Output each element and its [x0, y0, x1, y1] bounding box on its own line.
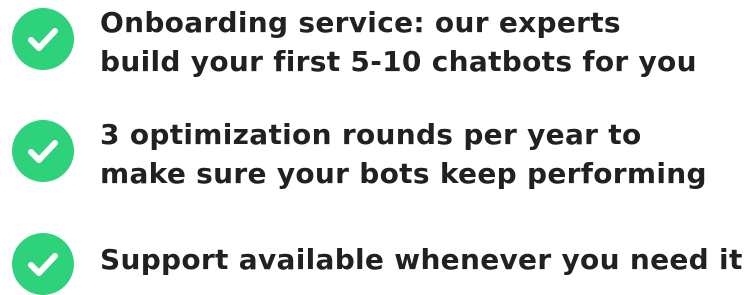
feature-line: build your first 5-10 chatbots for you — [100, 45, 697, 78]
feature-text: Onboarding service: our experts build yo… — [100, 3, 697, 81]
feature-line: make sure your bots keep performing — [100, 157, 707, 190]
check-icon — [12, 233, 74, 295]
check-icon — [12, 120, 74, 182]
feature-list: Onboarding service: our experts build yo… — [0, 0, 750, 295]
check-icon — [12, 8, 74, 70]
feature-line: 3 optimization rounds per year to — [100, 118, 642, 151]
feature-line: Onboarding service: our experts — [100, 6, 621, 39]
feature-line: Support available whenever you need it — [100, 243, 743, 276]
feature-text: Support available whenever you need it — [100, 240, 743, 279]
feature-text: 3 optimization rounds per year to make s… — [100, 115, 707, 193]
